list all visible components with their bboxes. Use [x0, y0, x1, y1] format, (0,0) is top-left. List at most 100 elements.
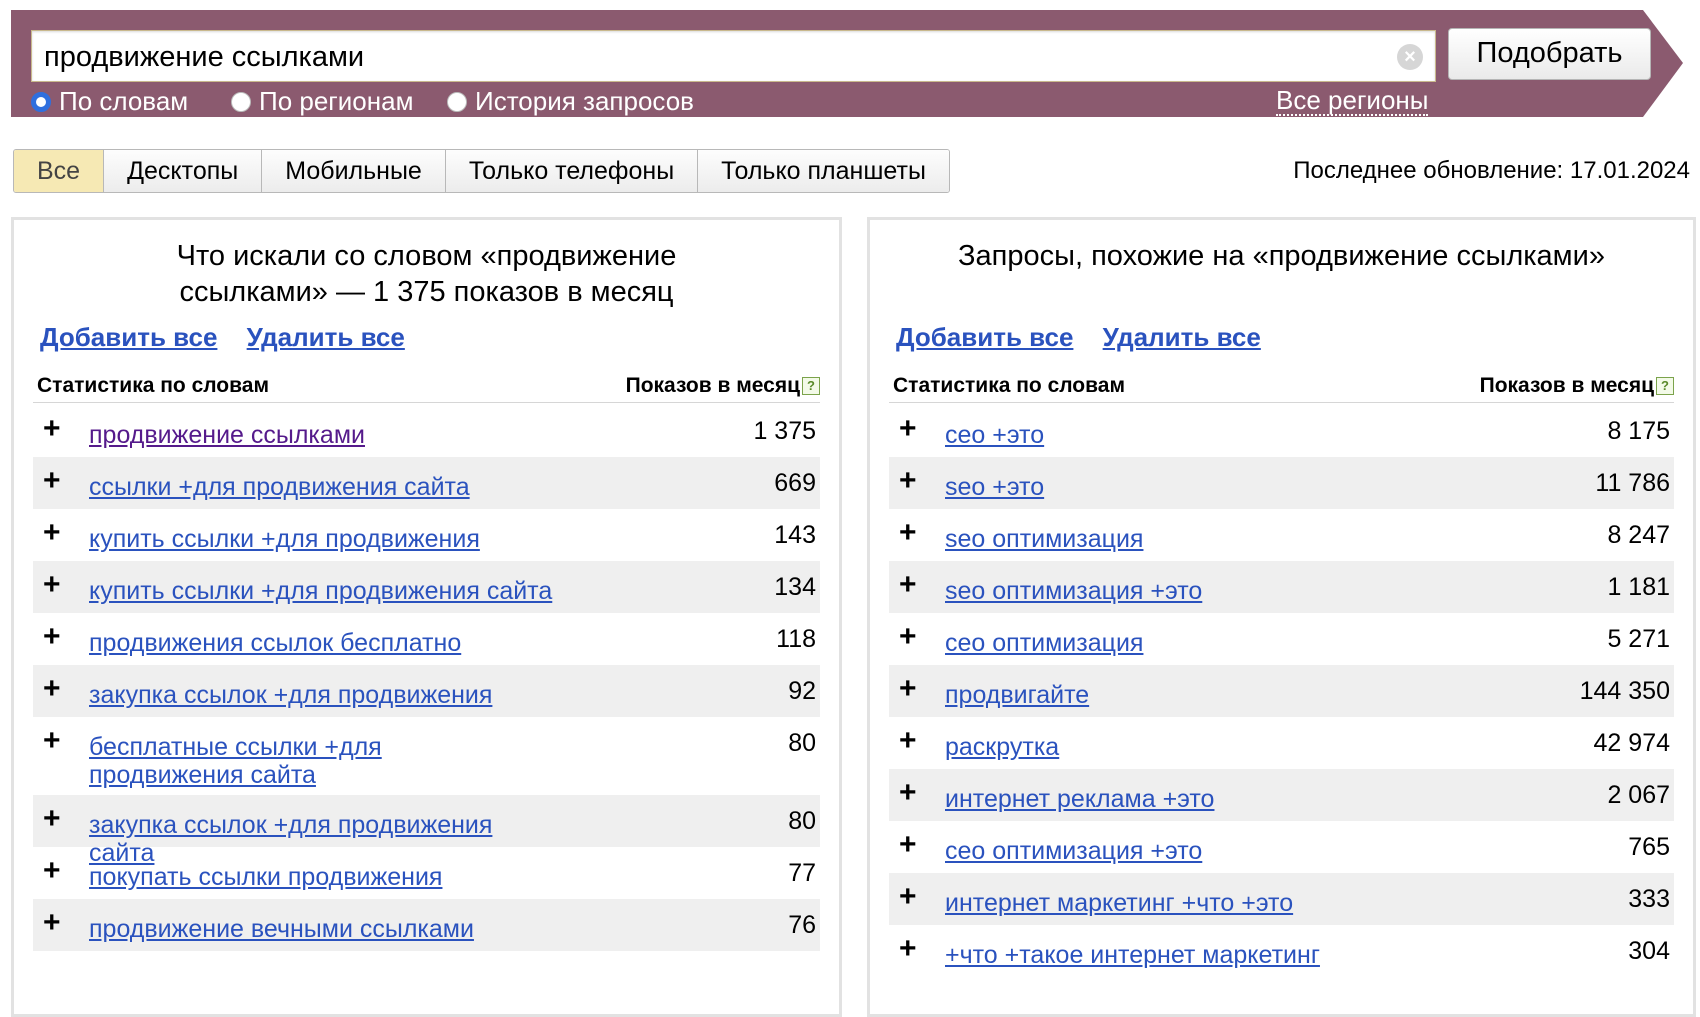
phrase-link[interactable]: бесплатные ссылки +для продвижения сайта [33, 717, 529, 789]
phrase-link[interactable]: сео +это [889, 405, 1415, 449]
plus-icon[interactable]: + [43, 908, 61, 938]
count-value: 1 181 [1607, 573, 1670, 601]
panel-actions: Добавить все Удалить все [40, 322, 427, 353]
phrase-link[interactable]: продвижения ссылок бесплатно [33, 613, 559, 657]
search-header: × Подобрать По словам По регионам Истори… [11, 10, 1683, 117]
right-panel: Запросы, похожие на «продвижение ссылкам… [867, 217, 1696, 1017]
phrase-link[interactable]: сео оптимизация +это [889, 821, 1415, 865]
count-value: 765 [1628, 833, 1670, 861]
phrase-link[interactable]: раскрутка [889, 717, 1415, 761]
phrase-link[interactable]: seo +это [889, 457, 1415, 501]
plus-icon[interactable]: + [899, 934, 917, 964]
column-header-count-wrap: Показов в месяц ? [1480, 374, 1674, 398]
count-value: 1 375 [753, 417, 816, 445]
plus-icon[interactable]: + [43, 414, 61, 444]
phrase-link[interactable]: покупать ссылки продвижения [33, 847, 559, 891]
table-row: + купить ссылки +для продвижения сайта 1… [33, 561, 820, 613]
table-row: + интернет маркетинг +что +это 333 [889, 873, 1674, 925]
radio-label: По словам [59, 86, 189, 116]
panel-title: Запросы, похожие на «продвижение ссылкам… [958, 240, 1605, 272]
phrase-link[interactable]: купить ссылки +для продвижения [33, 509, 559, 553]
table-row: + бесплатные ссылки +для продвижения сай… [33, 717, 820, 795]
tab-all[interactable]: Все [14, 150, 105, 192]
column-header-phrase: Статистика по словам [37, 374, 269, 397]
phrase-link[interactable]: seo оптимизация +это [889, 561, 1415, 605]
help-icon[interactable]: ? [802, 377, 820, 395]
radio-label: История запросов [475, 86, 694, 116]
add-all-link[interactable]: Добавить все [40, 322, 217, 352]
table-row: + сео оптимизация +это 765 [889, 821, 1674, 873]
count-value: 77 [788, 859, 816, 887]
plus-icon[interactable]: + [899, 778, 917, 808]
count-value: 134 [774, 573, 816, 601]
radio-by-words[interactable]: По словам [31, 86, 188, 117]
phrase-link[interactable]: купить ссылки +для продвижения сайта [33, 561, 559, 605]
table-row: + продвигайте 144 350 [889, 665, 1674, 717]
phrase-link[interactable]: продвигайте [889, 665, 1415, 709]
count-value: 80 [788, 807, 816, 835]
plus-icon[interactable]: + [43, 518, 61, 548]
tab-phones-only[interactable]: Только телефоны [445, 150, 699, 192]
table-row: + купить ссылки +для продвижения 143 [33, 509, 820, 561]
count-value: 304 [1628, 937, 1670, 965]
panel-title: Что искали со словом «продвижение ссылка… [176, 240, 677, 308]
radio-checked-icon[interactable] [31, 91, 51, 112]
radio-unchecked-icon[interactable] [231, 91, 251, 112]
search-input[interactable] [42, 39, 1376, 75]
plus-icon[interactable]: + [899, 518, 917, 548]
plus-icon[interactable]: + [899, 830, 917, 860]
plus-icon[interactable]: + [899, 622, 917, 652]
radio-by-regions[interactable]: По регионам [231, 86, 413, 117]
table-row: + закупка ссылок +для продвижения 92 [33, 665, 820, 717]
column-header-count: Показов в месяц [1479, 374, 1654, 397]
phrase-link[interactable]: интернет реклама +это [889, 769, 1415, 813]
plus-icon[interactable]: + [43, 856, 61, 886]
add-all-link[interactable]: Добавить все [896, 322, 1073, 352]
phrase-link[interactable]: сео оптимизация [889, 613, 1415, 657]
phrase-link[interactable]: продвижение вечными ссылками [33, 899, 559, 943]
phrase-link[interactable]: +что +такое интернет маркетинг [889, 925, 1415, 969]
plus-icon[interactable]: + [43, 804, 61, 834]
table-row: + закупка ссылок +для продвижения сайта … [33, 795, 820, 867]
plus-icon[interactable]: + [43, 726, 61, 756]
plus-icon[interactable]: + [899, 882, 917, 912]
plus-icon[interactable]: + [43, 570, 61, 600]
phrase-link[interactable]: интернет маркетинг +что +это [889, 873, 1415, 917]
column-header-phrase: Статистика по словам [893, 374, 1125, 397]
plus-icon[interactable]: + [43, 674, 61, 704]
plus-icon[interactable]: + [899, 414, 917, 444]
clear-icon[interactable]: × [1397, 44, 1423, 70]
tab-tablets-only[interactable]: Только планшеты [698, 150, 949, 192]
search-button[interactable]: Подобрать [1448, 28, 1651, 80]
regions-link[interactable]: Все регионы [1276, 86, 1429, 116]
count-value: 76 [788, 911, 816, 939]
table-row: + раскрутка 42 974 [889, 717, 1674, 769]
phrase-link[interactable]: продвижение ссылками [33, 405, 559, 449]
count-value: 2 067 [1607, 781, 1670, 809]
plus-icon[interactable]: + [43, 466, 61, 496]
count-value: 333 [1628, 885, 1670, 913]
plus-icon[interactable]: + [899, 570, 917, 600]
phrase-link[interactable]: seo оптимизация [889, 509, 1415, 553]
radio-unchecked-icon[interactable] [447, 91, 467, 112]
plus-icon[interactable]: + [899, 674, 917, 704]
remove-all-link[interactable]: Удалить все [247, 322, 405, 352]
remove-all-link[interactable]: Удалить все [1103, 322, 1261, 352]
right-rows: + сео +это 8 175 + seo +это 11 786 + seo… [889, 405, 1674, 977]
count-value: 118 [776, 625, 816, 653]
plus-icon[interactable]: + [899, 726, 917, 756]
tab-mobile[interactable]: Мобильные [262, 150, 446, 192]
tab-desktops[interactable]: Десктопы [104, 150, 263, 192]
table-row: + seo оптимизация 8 247 [889, 509, 1674, 561]
plus-icon[interactable]: + [899, 466, 917, 496]
panel-actions: Добавить все Удалить все [896, 322, 1283, 353]
count-value: 42 974 [1593, 729, 1670, 757]
phrase-link[interactable]: закупка ссылок +для продвижения [33, 665, 559, 709]
radio-history[interactable]: История запросов [447, 86, 694, 117]
search-field[interactable]: × [31, 30, 1436, 82]
table-header: Статистика по словам Показов в месяц ? [889, 372, 1674, 403]
plus-icon[interactable]: + [43, 622, 61, 652]
phrase-link[interactable]: ссылки +для продвижения сайта [33, 457, 559, 501]
radio-label: По регионам [259, 86, 414, 116]
help-icon[interactable]: ? [1656, 377, 1674, 395]
